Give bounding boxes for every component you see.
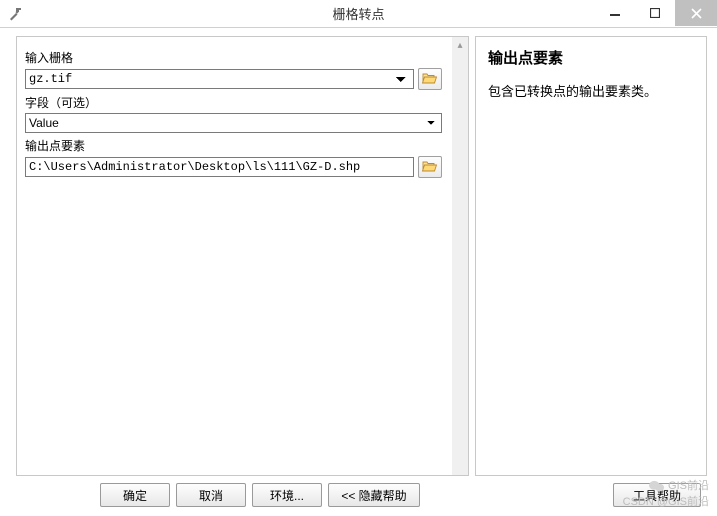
hide-help-button[interactable]: << 隐藏帮助 bbox=[328, 483, 420, 507]
output-path-input[interactable] bbox=[25, 157, 414, 177]
folder-open-icon bbox=[422, 159, 438, 176]
minimize-button[interactable] bbox=[595, 0, 635, 26]
input-raster-combo[interactable]: gz.tif bbox=[25, 69, 414, 89]
ok-button[interactable]: 确定 bbox=[100, 483, 170, 507]
tool-help-button[interactable]: 工具帮助 bbox=[613, 483, 701, 507]
window-buttons bbox=[595, 0, 717, 27]
hammer-icon bbox=[8, 6, 24, 22]
environments-button[interactable]: 环境... bbox=[252, 483, 322, 507]
help-title: 输出点要素 bbox=[488, 47, 694, 68]
content-area: 输入栅格 gz.tif 字段（可选） Value 输出点要素 bbox=[0, 28, 717, 480]
scrollbar[interactable]: ▴ bbox=[452, 37, 468, 475]
scroll-up-icon[interactable]: ▴ bbox=[452, 37, 468, 53]
parameters-pane: 输入栅格 gz.tif 字段（可选） Value 输出点要素 bbox=[16, 36, 469, 476]
help-pane: 输出点要素 包含已转换点的输出要素类。 bbox=[475, 36, 707, 476]
help-description: 包含已转换点的输出要素类。 bbox=[488, 80, 694, 103]
titlebar: 栅格转点 bbox=[0, 0, 717, 28]
input-raster-label: 输入栅格 bbox=[25, 49, 442, 66]
close-button[interactable] bbox=[675, 0, 717, 26]
field-combo[interactable]: Value bbox=[25, 113, 442, 133]
maximize-button[interactable] bbox=[635, 0, 675, 26]
output-label: 输出点要素 bbox=[25, 137, 442, 154]
field-label: 字段（可选） bbox=[25, 94, 442, 111]
footer-bar: 确定 取消 环境... << 隐藏帮助 工具帮助 bbox=[0, 480, 717, 516]
cancel-button[interactable]: 取消 bbox=[176, 483, 246, 507]
folder-open-icon bbox=[422, 71, 438, 88]
window-title: 栅格转点 bbox=[332, 4, 384, 23]
browse-input-raster-button[interactable] bbox=[418, 68, 442, 90]
browse-output-button[interactable] bbox=[418, 156, 442, 178]
